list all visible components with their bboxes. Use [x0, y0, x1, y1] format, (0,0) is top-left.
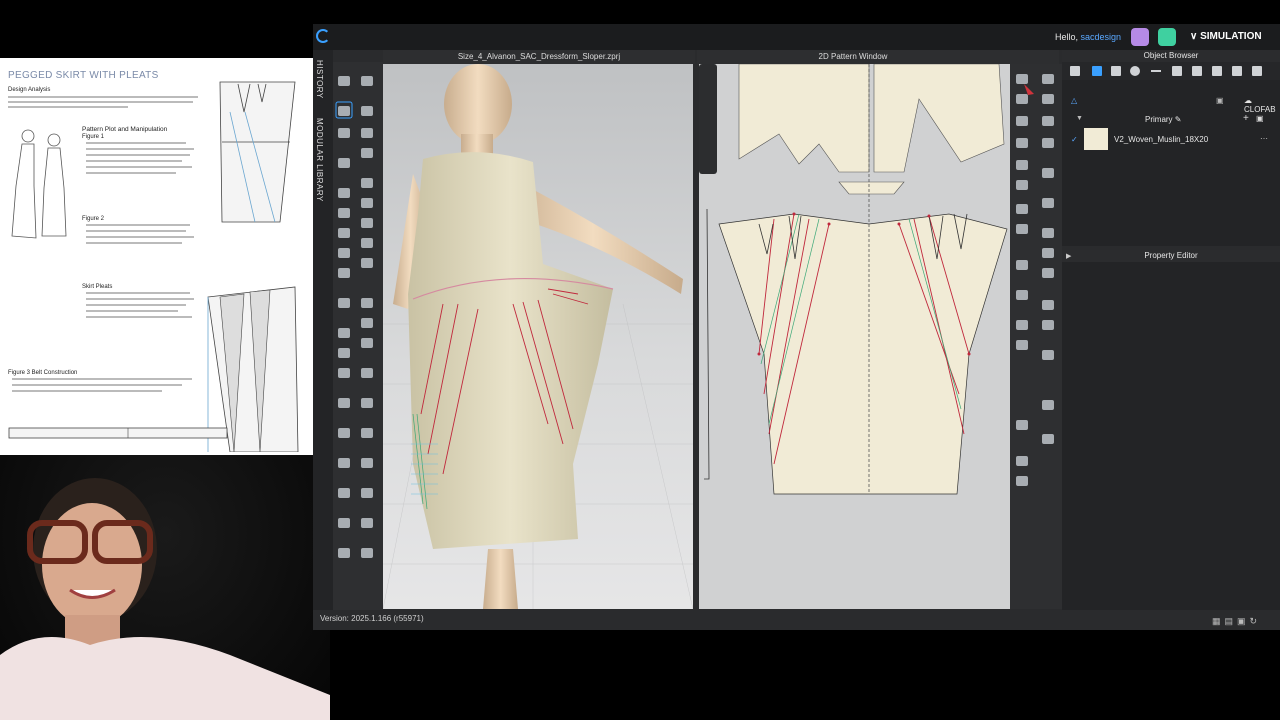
user-greeting: Hello, sacdesign	[1055, 32, 1121, 42]
simulation-mode-dropdown[interactable]: ∨ SIMULATION	[1190, 31, 1262, 42]
property-editor-panel	[1062, 262, 1280, 610]
document-figure-1-steps	[86, 142, 196, 174]
toolbar-2d-icons[interactable]	[1010, 64, 1062, 609]
property-editor-expand-icon[interactable]: ▶	[1066, 252, 1071, 260]
modular-library-tab[interactable]: MODULAR LIBRARY	[315, 118, 324, 202]
greeting-text: Hello,	[1055, 32, 1079, 42]
document-figure-1: Figure 1	[82, 134, 105, 140]
object-browser-toolbar	[1062, 62, 1280, 80]
pattern-diagram-figures	[207, 81, 299, 452]
status-bar-icons[interactable]: ▦▤▣↻	[1212, 616, 1261, 627]
version-label: Version: 2025.1.166 (r55971)	[320, 614, 424, 623]
window-2d-title: 2D Pattern Window	[818, 52, 888, 61]
presenter-silhouette	[0, 478, 330, 720]
clofab-library-button[interactable]: ☁ CLOFAB	[1244, 96, 1280, 114]
document-title: PEGGED SKIRT WITH PLEATS	[8, 70, 159, 81]
3d-avatar-render[interactable]	[383, 64, 693, 609]
document-figure-3: Figure 3 Belt Construction	[8, 370, 78, 376]
2d-pattern-viewport[interactable]	[699, 64, 1010, 609]
add-fabric-icon[interactable]: +	[1243, 113, 1249, 124]
clo-logo-icon[interactable]	[316, 29, 330, 43]
object-browser-titlebar: Object Browser	[1062, 50, 1280, 62]
fabric-category-icon[interactable]: △	[1071, 96, 1077, 105]
fabric-name-label[interactable]: V2_Woven_Muslin_18X20	[1114, 135, 1208, 144]
fashion-sketch-illustration	[11, 129, 67, 239]
fabric-swatch-thumbnail[interactable]	[1084, 128, 1108, 150]
primary-colorway[interactable]: Primary ✎	[1145, 115, 1182, 124]
property-editor-title: Property Editor	[1144, 251, 1198, 260]
document-intro-text	[8, 96, 198, 108]
fabric-more-icon[interactable]: ⋯	[1260, 134, 1268, 143]
fabric-folder-icon[interactable]: ▣	[1256, 114, 1264, 123]
collapse-arrow-icon[interactable]: ▼	[1076, 115, 1083, 122]
library-folder-icon[interactable]: ▣	[1216, 96, 1224, 105]
3d-garment-viewport[interactable]	[383, 64, 693, 609]
document-pleats-steps	[86, 292, 196, 318]
object-browser-title: Object Browser	[1143, 51, 1199, 60]
window-3d-titlebar: Size_4_Alvanon_SAC_Dressform_Sloper.zprj	[383, 50, 695, 64]
document-skirt-pleats: Skirt Pleats	[82, 284, 113, 290]
2d-window-toolbar	[699, 64, 717, 174]
username-link[interactable]: sacdesign	[1081, 32, 1122, 42]
toolbar-3d	[333, 62, 383, 610]
fabric-applied-check-icon[interactable]: ✓	[1071, 135, 1078, 144]
document-figure-3-steps	[12, 378, 192, 392]
webcam-presenter-video	[0, 455, 330, 720]
document-design-analysis: Design Analysis	[8, 87, 51, 93]
history-tab[interactable]: HISTORY	[315, 60, 324, 99]
window-2d-titlebar: 2D Pattern Window	[697, 50, 1059, 64]
document-figure-2: Figure 2	[82, 216, 105, 222]
edit-pencil-icon[interactable]: ✎	[1175, 115, 1182, 124]
reference-document: PEGGED SKIRT WITH PLEATS Design Analysis…	[0, 58, 313, 468]
waistband-diagram	[8, 427, 228, 439]
object-browser-tool-icons[interactable]	[1062, 62, 1280, 80]
property-editor-titlebar: Property Editor	[1062, 250, 1280, 262]
toolbar-2d	[1010, 64, 1062, 609]
document-figure-2-steps	[86, 224, 196, 244]
connect-hub-icon[interactable]	[1158, 28, 1176, 46]
window-3d-title: Size_4_Alvanon_SAC_Dressform_Sloper.zprj	[457, 52, 621, 61]
2d-pattern-canvas[interactable]	[699, 64, 1010, 609]
simulation-mode-label: SIMULATION	[1200, 31, 1262, 42]
primary-label: Primary	[1145, 115, 1173, 124]
toolbar-3d-icons[interactable]	[333, 62, 383, 610]
magic-wand-icon[interactable]	[1131, 28, 1149, 46]
document-pattern-plot: Pattern Plot and Manipulation	[82, 126, 168, 133]
